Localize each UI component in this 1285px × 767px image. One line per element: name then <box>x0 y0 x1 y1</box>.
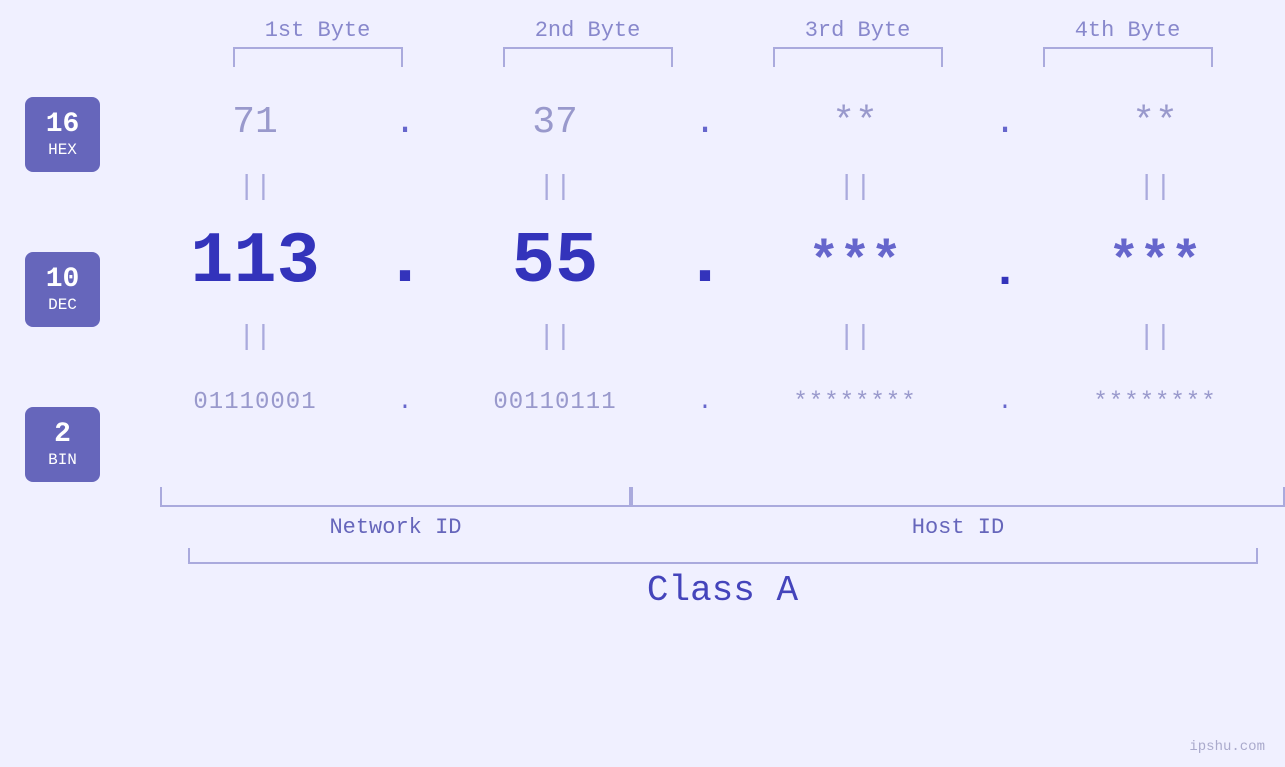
bin-val-4: ******** <box>1093 389 1216 416</box>
bin-dot-1: . <box>390 389 420 416</box>
overall-bracket <box>188 548 1258 564</box>
dec-cell-4: *** <box>1020 233 1285 292</box>
dec-row: 113 . 55 . *** . *** <box>120 207 1285 317</box>
bracket-cell-2 <box>453 47 723 67</box>
class-label: Class A <box>188 570 1258 611</box>
bin-badge: 2 BIN <box>25 407 100 482</box>
class-label-row: Class A <box>0 570 1285 611</box>
bracket-cell-1 <box>183 47 453 67</box>
eq2-cell-1: || <box>120 322 390 353</box>
bin-val-2: 00110111 <box>493 389 616 416</box>
host-id-bracket <box>631 487 1285 507</box>
eq-cell-2: || <box>420 172 690 203</box>
dec-val-3: *** <box>808 233 902 292</box>
eq2-sign-4: || <box>1138 322 1172 353</box>
content-area: 16 HEX 10 DEC 2 BIN 71 . 37 <box>0 77 1285 482</box>
dec-name: DEC <box>48 296 77 314</box>
hex-val-2: 37 <box>532 101 578 144</box>
byte-headers: 1st Byte 2nd Byte 3rd Byte 4th Byte <box>0 18 1285 43</box>
bin-row: 01110001 . 00110111 . ******** . *******… <box>120 357 1285 447</box>
eq-cell-3: || <box>720 172 990 203</box>
byte3-header: 3rd Byte <box>723 18 993 43</box>
hex-val-1: 71 <box>232 101 278 144</box>
network-id-label: Network ID <box>160 515 631 540</box>
eq-sign-3: || <box>838 172 872 203</box>
ip-grid: 71 . 37 . ** . ** || <box>120 77 1285 447</box>
overall-bracket-row <box>0 548 1285 564</box>
equals-row-2: || || || || <box>120 317 1285 357</box>
hex-cell-2: 37 <box>420 101 690 144</box>
bracket-cell-4 <box>993 47 1263 67</box>
hex-val-4: ** <box>1132 101 1178 144</box>
hex-cell-1: 71 <box>120 101 390 144</box>
bin-dot-2: . <box>690 389 720 416</box>
main-container: 1st Byte 2nd Byte 3rd Byte 4th Byte 16 H… <box>0 0 1285 767</box>
dec-dot-2: . <box>690 221 720 303</box>
hex-cell-4: ** <box>1020 101 1285 144</box>
bin-cell-2: 00110111 <box>420 389 690 416</box>
bin-val-3: ******** <box>793 389 916 416</box>
dec-cell-1: 113 <box>120 221 390 303</box>
hex-dot-1: . <box>390 102 420 143</box>
byte4-header: 4th Byte <box>993 18 1263 43</box>
eq-sign-4: || <box>1138 172 1172 203</box>
eq2-sign-1: || <box>238 322 272 353</box>
hex-name: HEX <box>48 141 77 159</box>
eq2-sign-2: || <box>538 322 572 353</box>
eq-sign-1: || <box>238 172 272 203</box>
bin-name: BIN <box>48 451 77 469</box>
dec-dot-3: . <box>990 245 1020 299</box>
dec-number: 10 <box>46 266 80 294</box>
eq2-cell-4: || <box>1020 322 1285 353</box>
byte2-header: 2nd Byte <box>453 18 723 43</box>
eq2-sign-3: || <box>838 322 872 353</box>
dec-val-2: 55 <box>512 221 598 303</box>
network-id-bracket <box>160 487 631 507</box>
bin-number: 2 <box>54 421 71 449</box>
base-labels: 16 HEX 10 DEC 2 BIN <box>25 97 100 482</box>
eq-cell-1: || <box>120 172 390 203</box>
id-labels: Network ID Host ID <box>0 515 1285 540</box>
bin-val-1: 01110001 <box>193 389 316 416</box>
dec-dot-1: . <box>390 221 420 303</box>
eq2-cell-2: || <box>420 322 690 353</box>
hex-row: 71 . 37 . ** . ** <box>120 77 1285 167</box>
bracket-cell-3 <box>723 47 993 67</box>
eq-cell-4: || <box>1020 172 1285 203</box>
dec-val-4: *** <box>1108 233 1202 292</box>
dec-badge: 10 DEC <box>25 252 100 327</box>
dec-val-1: 113 <box>190 221 320 303</box>
byte1-header: 1st Byte <box>183 18 453 43</box>
top-bracket-3 <box>773 47 943 67</box>
top-brackets <box>0 47 1285 67</box>
dec-cell-2: 55 <box>420 221 690 303</box>
hex-badge: 16 HEX <box>25 97 100 172</box>
hex-number: 16 <box>46 111 80 139</box>
top-bracket-1 <box>233 47 403 67</box>
hex-dot-2: . <box>690 102 720 143</box>
bin-cell-3: ******** <box>720 389 990 416</box>
host-id-label: Host ID <box>631 515 1285 540</box>
eq-sign-2: || <box>538 172 572 203</box>
top-bracket-4 <box>1043 47 1213 67</box>
dec-cell-3: *** <box>720 233 990 292</box>
bin-dot-3: . <box>990 389 1020 416</box>
hex-cell-3: ** <box>720 101 990 144</box>
equals-row-1: || || || || <box>120 167 1285 207</box>
eq2-cell-3: || <box>720 322 990 353</box>
bin-cell-4: ******** <box>1020 389 1285 416</box>
watermark: ipshu.com <box>1189 739 1265 755</box>
bin-cell-1: 01110001 <box>120 389 390 416</box>
bottom-brackets <box>0 487 1285 507</box>
hex-dot-3: . <box>990 102 1020 143</box>
hex-val-3: ** <box>832 101 878 144</box>
top-bracket-2 <box>503 47 673 67</box>
